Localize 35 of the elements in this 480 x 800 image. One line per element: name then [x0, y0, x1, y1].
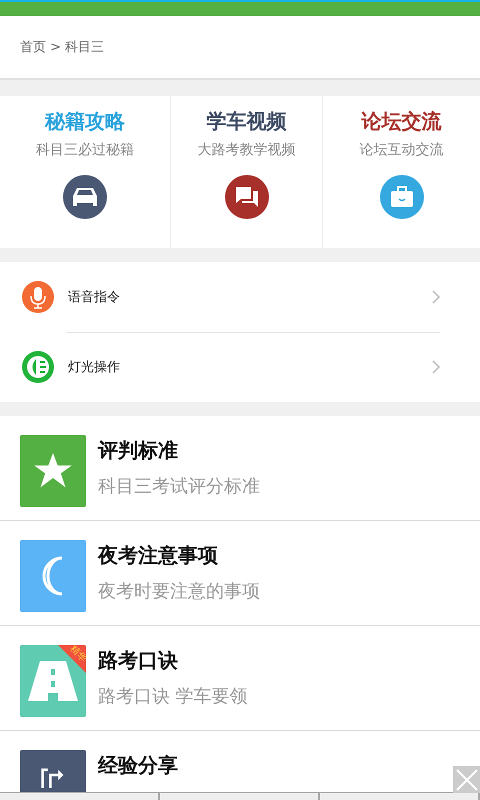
chevron-icon: [432, 360, 440, 374]
breadcrumb[interactable]: 首页 > 科目三: [20, 38, 104, 56]
road-icon: [28, 661, 78, 701]
article-title: 评判标准: [98, 437, 179, 464]
feature-card[interactable]: 论坛交流 论坛互动交流: [323, 96, 480, 248]
feature-title: 论坛交流: [362, 108, 442, 135]
feature-subtitle: 大路考教学视频: [198, 141, 296, 159]
article-item[interactable]: 夜考注意事项 夜考时要注意的事项: [0, 521, 480, 626]
article-item[interactable]: 精华 路考口诀 路考口诀 学车要领: [0, 626, 480, 731]
close-icon: [456, 768, 478, 790]
star-icon: [34, 453, 72, 489]
article-title: 夜考注意事项: [98, 542, 219, 569]
menu-item[interactable]: 灯光操作: [0, 332, 480, 402]
chevron-icon: [432, 290, 440, 304]
feature-subtitle: 论坛互动交流: [360, 141, 444, 159]
feature-card[interactable]: 秘籍攻略 科目三必过秘籍: [0, 96, 171, 248]
featured-label: 精华: [68, 644, 88, 664]
article-item[interactable]: 评判标准 科目三考试评分标准: [0, 416, 480, 521]
feature-subtitle: 科目三必过秘籍: [36, 141, 134, 159]
headlight-icon: [22, 351, 54, 384]
feature-title: 秘籍攻略: [45, 108, 125, 135]
article-item[interactable]: 经验分享: [0, 731, 453, 792]
close-button[interactable]: [453, 766, 480, 793]
article-title: 经验分享: [98, 752, 178, 779]
feature-title: 学车视频: [206, 108, 286, 135]
menu-item[interactable]: 语音指令: [0, 262, 480, 332]
chat-icon: [234, 186, 258, 208]
article-subtitle: 路考口诀 学车要领: [98, 685, 248, 708]
feature-card[interactable]: 学车视频 大路考教学视频: [171, 96, 323, 248]
bag-icon: [390, 186, 414, 208]
article-title: 路考口诀: [98, 647, 179, 674]
article-subtitle: 夜考时要注意的事项: [98, 580, 260, 603]
article-subtitle: 科目三考试评分标准: [98, 475, 260, 498]
microphone-icon: [22, 280, 54, 313]
car-icon: [72, 186, 98, 208]
